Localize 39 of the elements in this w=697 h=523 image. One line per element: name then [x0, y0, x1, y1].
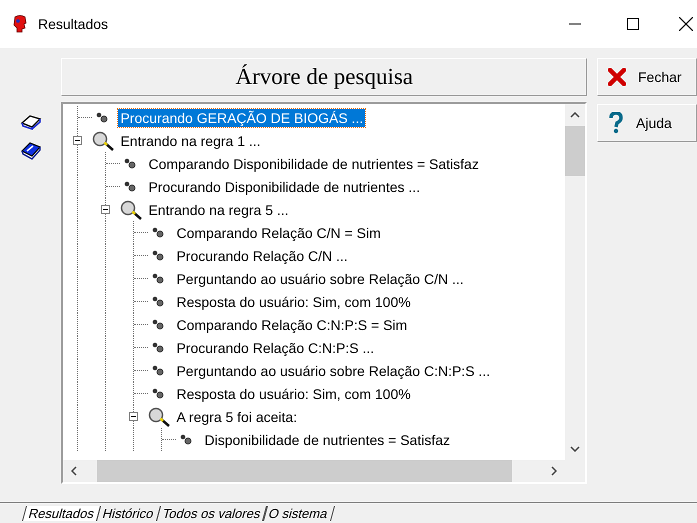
tab[interactable]: Histórico: [96, 506, 161, 521]
maximize-icon[interactable]: [627, 18, 639, 30]
help-button[interactable]: Ajuda: [597, 104, 697, 142]
window-title: Resultados: [38, 16, 108, 32]
tree-item[interactable]: Disponibilidade de nutrientes = Satisfaz: [202, 430, 452, 448]
tree-item[interactable]: Procurando Relação C/N ...: [174, 246, 350, 264]
open-book-icon[interactable]: [20, 114, 42, 130]
tab[interactable]: O sistema: [262, 506, 335, 521]
tree-item[interactable]: Comparando Disponibilidade de nutrientes = Satisfaz: [146, 154, 481, 172]
book-icon[interactable]: [20, 142, 42, 160]
magnifier-icon: [119, 200, 144, 220]
question-mark-icon: [608, 112, 624, 134]
tree-item[interactable]: Comparando Relação C:N:P:S = Sim: [174, 316, 410, 334]
tree-item[interactable]: A regra 5 foi aceita:: [174, 408, 300, 426]
x-icon: [608, 68, 626, 86]
tree-item[interactable]: Procurando Disponibilidade de nutrientes ...: [146, 178, 422, 196]
tree-item[interactable]: Entrando na regra 1 ...: [118, 132, 263, 150]
tab[interactable]: Todos os valores: [156, 506, 268, 521]
tree-item[interactable]: Comparando Relação C/N = Sim: [174, 224, 383, 242]
app-icon: [12, 15, 28, 33]
scroll-thumb[interactable]: [97, 460, 512, 482]
collapse-toggle[interactable]: [129, 412, 138, 421]
tab[interactable]: Resultados: [22, 506, 102, 521]
tree-item[interactable]: Procurando Relação C:N:P:S ...: [174, 338, 376, 356]
tree-item[interactable]: Entrando na regra 5 ...: [146, 200, 291, 218]
close-icon[interactable]: [679, 17, 693, 31]
tree-item[interactable]: Perguntando ao usuário sobre Relação C/N ...: [174, 270, 466, 288]
magnifier-icon: [91, 130, 116, 150]
collapse-toggle[interactable]: [73, 136, 82, 145]
tree-item[interactable]: Perguntando ao usuário sobre Relação C:N:P:S ...: [174, 362, 492, 380]
close-button[interactable]: Fechar: [597, 58, 697, 96]
scroll-thumb[interactable]: [565, 126, 585, 176]
tree-item[interactable]: Procurando GERAÇÃO DE BIOGÁS ...: [118, 108, 366, 126]
tree-heading: Árvore de pesquisa: [61, 58, 587, 96]
vertical-scrollbar[interactable]: [565, 104, 585, 460]
tree-item[interactable]: Resposta do usuário: Sim, com 100%: [174, 384, 413, 402]
tree-item[interactable]: Resposta do usuário: Sim, com 100%: [174, 292, 413, 310]
magnifier-icon: [147, 406, 172, 426]
collapse-toggle[interactable]: [101, 205, 110, 214]
